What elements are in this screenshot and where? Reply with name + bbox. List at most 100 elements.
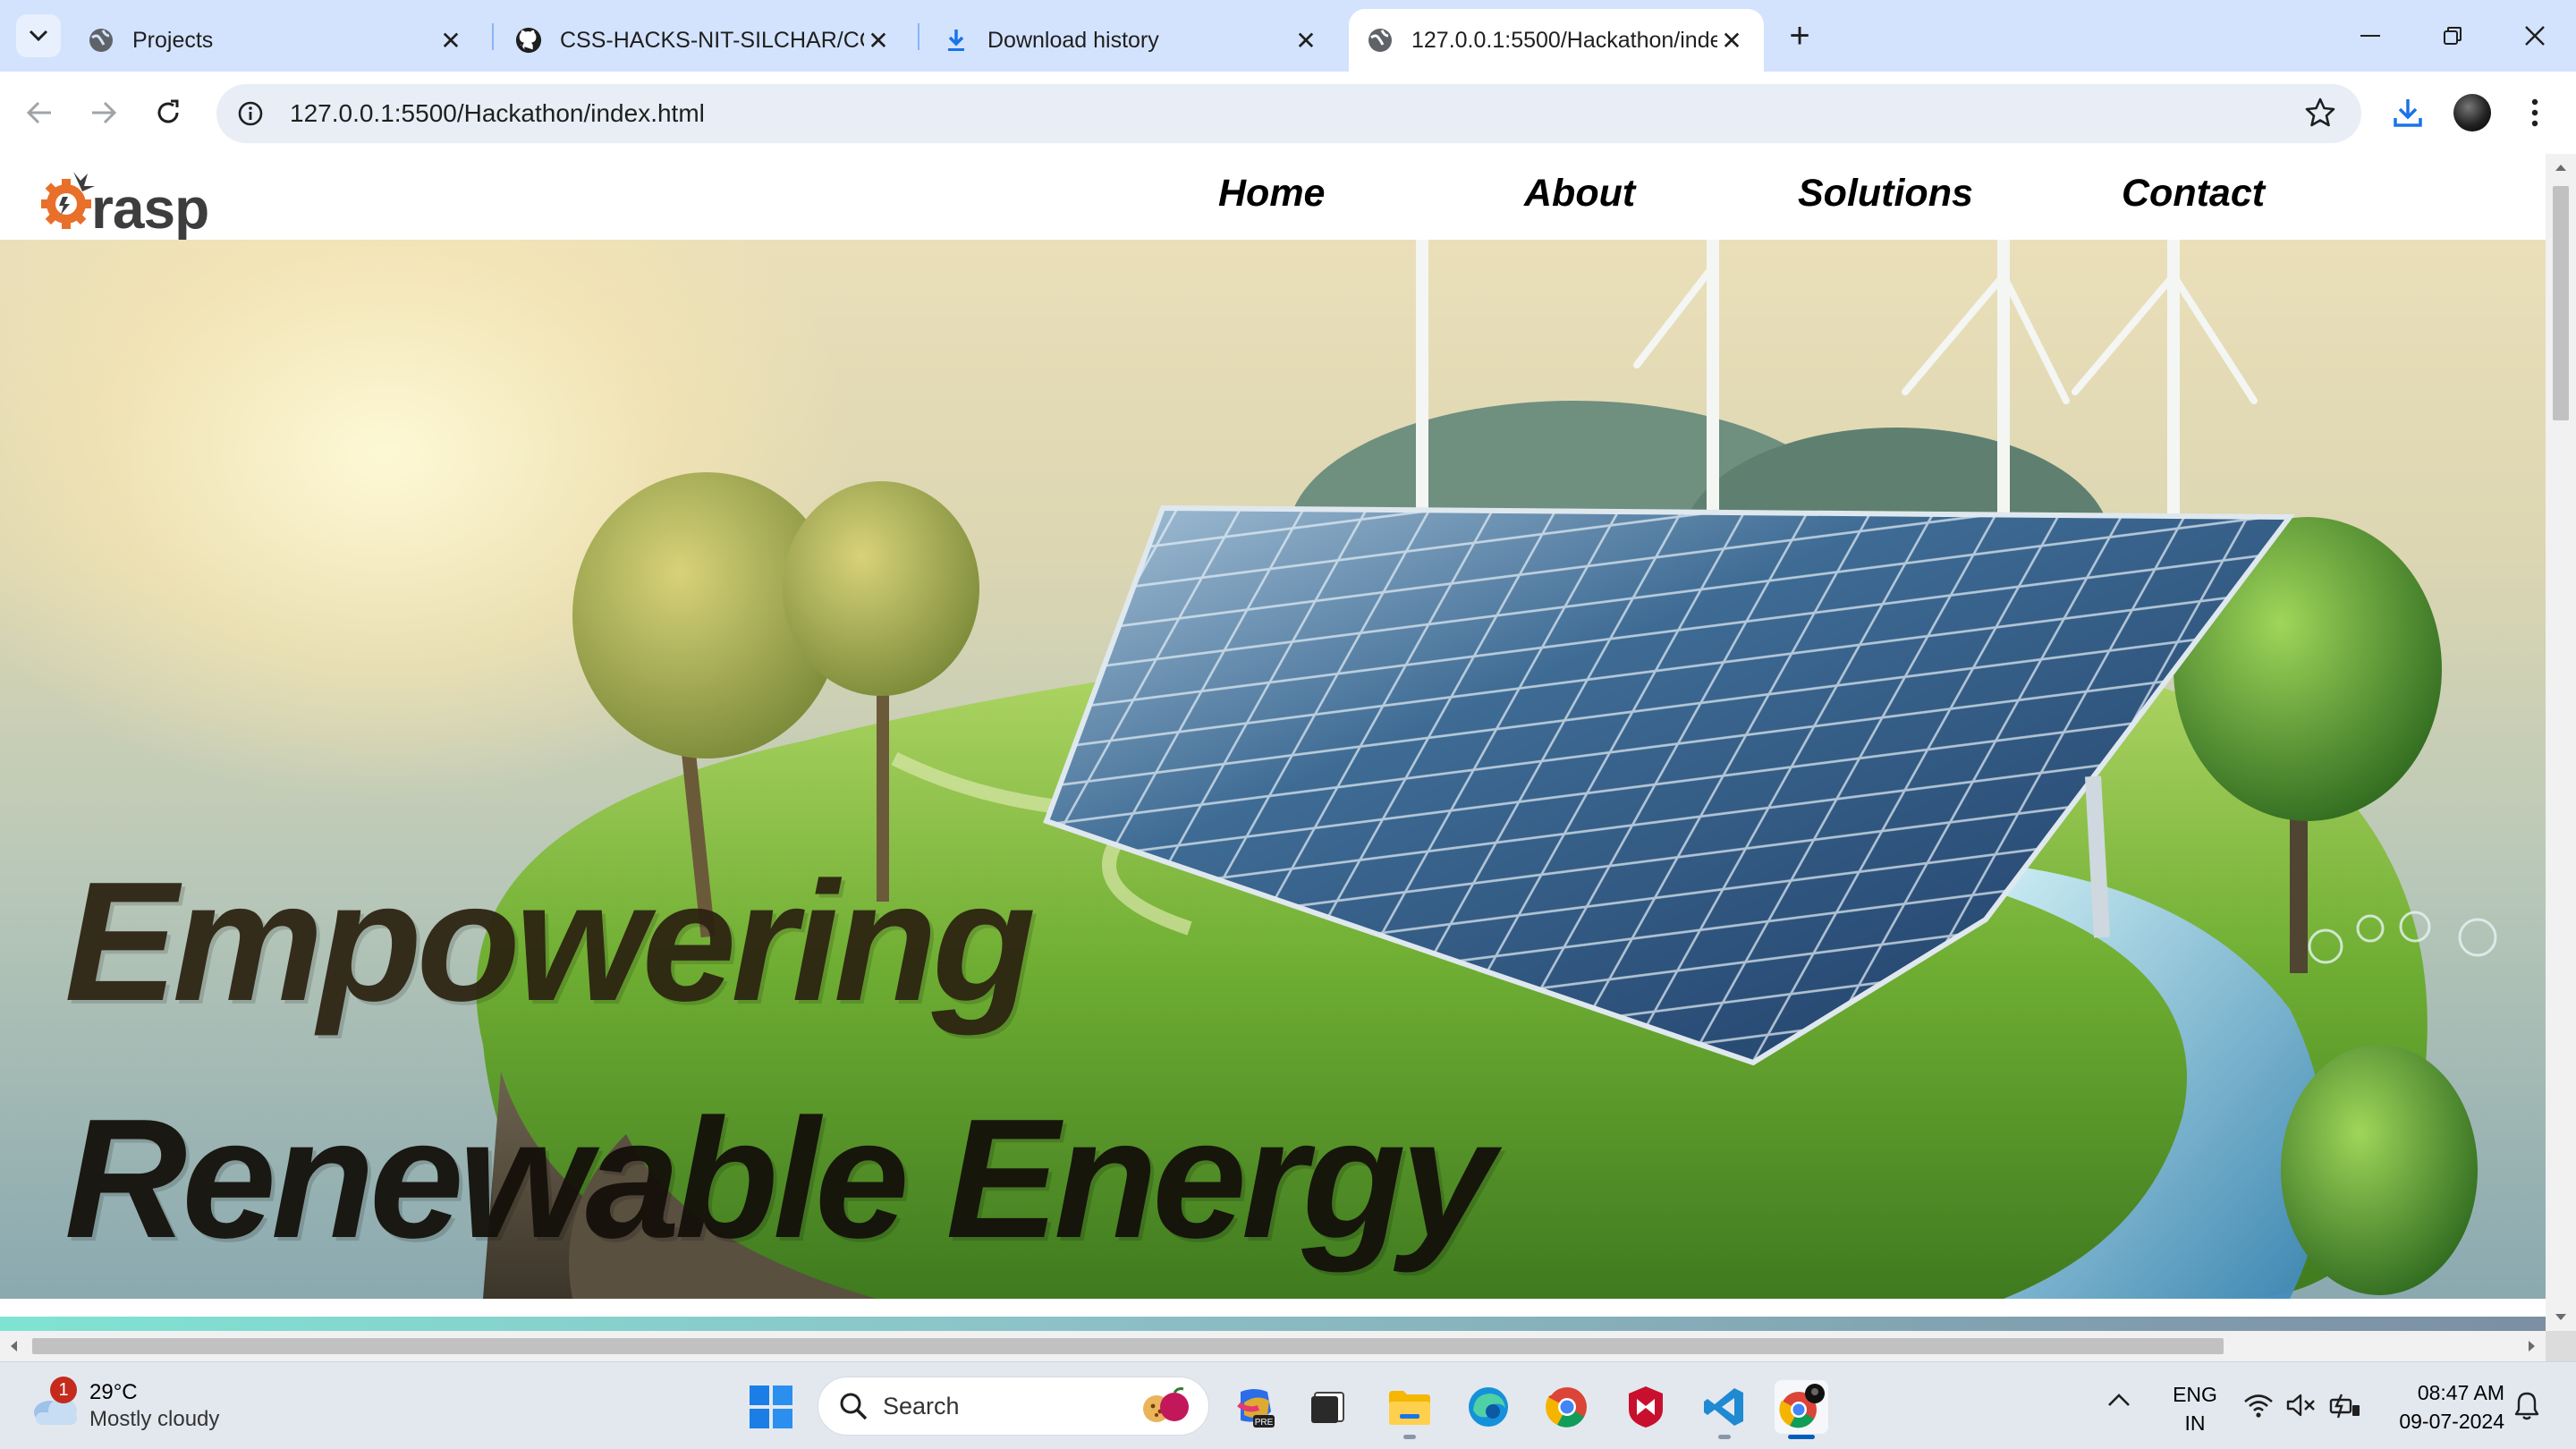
vertical-scroll-thumb[interactable] (2553, 186, 2569, 420)
tab-separator (492, 23, 494, 50)
app-running-indicator (1403, 1435, 1416, 1439)
browser-toolbar: 127.0.0.1:5500/Hackathon/index.html (0, 72, 2576, 154)
clock-time: 08:47 AM (2417, 1381, 2504, 1404)
chrome-menu-button[interactable] (2512, 89, 2558, 136)
minimize-button[interactable] (2329, 0, 2411, 72)
tab-separator (918, 23, 919, 50)
kebab-menu-icon (2531, 98, 2538, 127)
wifi-icon[interactable] (2243, 1393, 2274, 1422)
mcafee-app[interactable] (1619, 1380, 1673, 1434)
nav-home-link[interactable]: Home (1218, 172, 1325, 216)
reload-button[interactable] (147, 91, 190, 134)
system-clock[interactable]: 08:47 AM 09-07-2024 (2379, 1378, 2504, 1436)
close-tab-icon[interactable]: ✕ (1717, 26, 1746, 55)
close-tab-icon[interactable]: ✕ (864, 26, 893, 55)
chrome-app[interactable] (1540, 1380, 1594, 1434)
tab-css-hacks[interactable]: CSS-HACKS-NIT-SILCHAR/CCS ✕ (497, 9, 911, 72)
arrow-right-icon (92, 101, 117, 124)
vscode-app[interactable] (1698, 1380, 1751, 1439)
download-icon (943, 27, 970, 54)
app-running-indicator (1718, 1435, 1731, 1439)
vertical-scrollbar[interactable] (2546, 154, 2576, 1331)
scroll-left-icon[interactable] (0, 1331, 27, 1361)
nav-solutions-link[interactable]: Solutions (1798, 172, 1973, 216)
arrow-left-icon (26, 101, 51, 124)
restore-button[interactable] (2411, 0, 2494, 72)
tab-title: Download history (987, 27, 1159, 53)
file-explorer-icon (1389, 1391, 1430, 1425)
weather-temperature: 29°C (89, 1380, 138, 1404)
new-tab-button[interactable]: + (1780, 16, 1819, 55)
globe-icon (88, 27, 114, 54)
search-placeholder: Search (883, 1392, 960, 1419)
chrome-profile-app[interactable] (1775, 1380, 1828, 1439)
scroll-right-icon[interactable] (2519, 1331, 2546, 1361)
chevron-up-icon (2108, 1394, 2130, 1406)
input-language[interactable]: ENG IN (2168, 1380, 2222, 1437)
svg-text:PRE: PRE (1255, 1418, 1274, 1428)
github-icon (515, 27, 542, 54)
scroll-down-icon[interactable] (2546, 1304, 2576, 1331)
hero-section: Empowering Renewable Energy (0, 240, 2546, 1299)
edge-icon (1469, 1387, 1508, 1427)
avatar (2453, 94, 2491, 131)
file-explorer-app[interactable] (1383, 1380, 1436, 1439)
forward-button[interactable] (82, 91, 125, 134)
close-tab-icon[interactable]: ✕ (1292, 26, 1320, 55)
download-icon (2394, 99, 2422, 127)
downloads-button[interactable] (2385, 89, 2431, 136)
tab-projects[interactable]: Projects ✕ (70, 9, 483, 72)
chrome-icon (1546, 1387, 1587, 1428)
minimize-icon (2360, 35, 2380, 37)
weather-condition: Mostly cloudy (89, 1407, 220, 1431)
page-viewport: rasp Home About Solutions Contact Empowe… (0, 154, 2546, 1331)
taskbar-search[interactable]: Search (818, 1377, 1209, 1436)
browser-tab-strip: Projects ✕ CSS-HACKS-NIT-SILCHAR/CCS ✕ D… (0, 0, 2576, 72)
close-icon (2525, 26, 2545, 46)
start-button[interactable] (748, 1384, 794, 1430)
bookmark-star-icon[interactable] (2304, 97, 2336, 133)
horizontal-scrollbar[interactable] (0, 1331, 2546, 1361)
close-window-button[interactable] (2494, 0, 2576, 72)
url-text[interactable]: 127.0.0.1:5500/Hackathon/index.html (290, 99, 705, 128)
weather-widget[interactable]: 1 29°C Mostly cloudy (30, 1377, 263, 1436)
back-button[interactable] (18, 91, 61, 134)
tab-title: CSS-HACKS-NIT-SILCHAR/CCS (560, 27, 864, 53)
tab-search-button[interactable] (16, 14, 61, 57)
tab-hackathon-active[interactable]: 127.0.0.1:5500/Hackathon/inde ✕ (1349, 9, 1764, 72)
nav-contact-link[interactable]: Contact (2122, 172, 2265, 216)
volume-muted-icon[interactable] (2286, 1393, 2317, 1422)
hero-headline-line2: Renewable Energy (64, 1084, 1495, 1274)
windows-logo-icon (750, 1385, 792, 1428)
profile-button[interactable] (2449, 89, 2496, 136)
address-bar[interactable]: 127.0.0.1:5500/Hackathon/index.html (216, 84, 2361, 143)
tab-download-history[interactable]: Download history ✕ (925, 9, 1338, 72)
close-tab-icon[interactable]: ✕ (436, 26, 465, 55)
nav-about-link[interactable]: About (1524, 172, 1635, 216)
show-hidden-icons-button[interactable] (2107, 1393, 2131, 1411)
scroll-corner (2546, 1331, 2576, 1361)
scroll-up-icon[interactable] (2546, 154, 2576, 181)
search-icon (840, 1393, 868, 1420)
notifications-bell-icon[interactable] (2513, 1391, 2540, 1426)
language-code: ENG (2173, 1383, 2217, 1406)
tab-title: 127.0.0.1:5500/Hackathon/inde (1411, 27, 1717, 53)
horizontal-scroll-thumb[interactable] (32, 1338, 2224, 1354)
logo-text: rasp (91, 176, 209, 241)
site-header: rasp Home About Solutions Contact (0, 154, 2546, 241)
site-info-icon[interactable] (233, 96, 268, 131)
edge-app[interactable] (1462, 1380, 1515, 1434)
windows-taskbar: 1 29°C Mostly cloudy Search PRE ENG IN 0… (0, 1361, 2576, 1449)
tab-title: Projects (132, 27, 214, 53)
site-logo[interactable]: rasp (39, 159, 218, 241)
copilot-app[interactable]: PRE (1227, 1380, 1281, 1434)
notification-badge: 1 (50, 1377, 77, 1403)
terminal-app[interactable] (1301, 1380, 1354, 1434)
reload-icon (157, 99, 179, 123)
vscode-icon (1704, 1388, 1743, 1426)
chrome-profile-icon (1779, 1384, 1825, 1428)
section-divider (0, 1317, 2546, 1331)
mcafee-icon (1629, 1386, 1663, 1428)
battery-charging-icon[interactable] (2329, 1393, 2361, 1424)
restore-icon (2444, 27, 2462, 45)
